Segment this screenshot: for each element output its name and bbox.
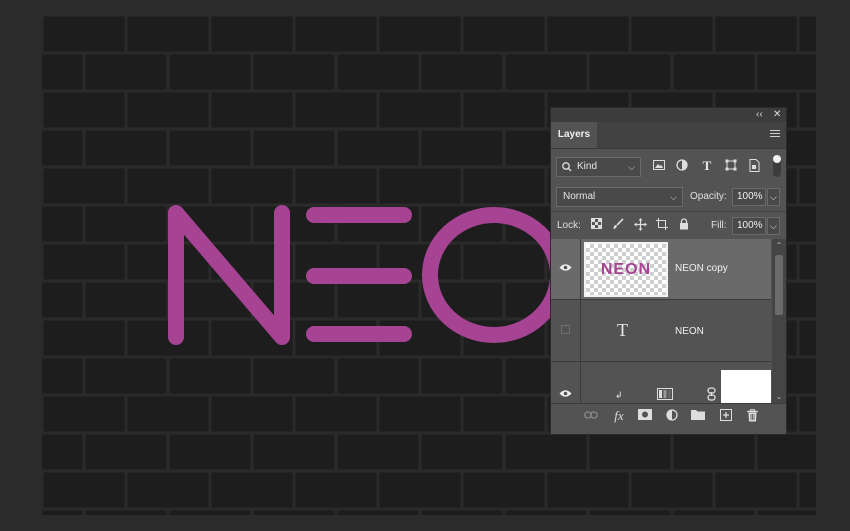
layers-panel: ‹‹ ✕ Layers Kind ⌵ T Normal ⌵ Opacity: 1…: [550, 107, 787, 435]
close-icon[interactable]: ✕: [773, 109, 781, 121]
layer-row-gradient-map[interactable]: ↲: [551, 362, 771, 403]
filter-toggle-switch[interactable]: [773, 155, 781, 177]
scroll-up-icon[interactable]: ⌃: [772, 241, 786, 250]
layers-bottom-toolbar: fx: [551, 403, 786, 429]
layer-name: NEON copy: [675, 263, 728, 274]
lock-label: Lock:: [557, 220, 581, 231]
image-filter-icon[interactable]: [652, 160, 666, 174]
layer-row-neon[interactable]: T NEON: [551, 300, 771, 362]
shape-filter-icon[interactable]: [724, 159, 738, 173]
blend-mode-select[interactable]: Normal ⌵: [556, 187, 683, 207]
layer-mask-thumbnail: [721, 370, 771, 403]
opacity-label: Opacity:: [690, 191, 727, 202]
opacity-dropdown-chevron-icon[interactable]: ⌵: [767, 188, 780, 206]
mask-icon[interactable]: [637, 409, 653, 423]
filter-kind-select[interactable]: Kind ⌵: [556, 157, 641, 177]
layer-row-neon-copy[interactable]: NEON NEON copy: [551, 239, 771, 300]
group-folder-icon[interactable]: [690, 409, 706, 423]
filter-kind-value: Kind: [577, 161, 598, 172]
visibility-off-box: [561, 325, 570, 334]
search-icon: [561, 158, 572, 183]
visibility-toggle[interactable]: [551, 362, 581, 403]
lock-row: Lock: Fill: 100% ⌵: [551, 211, 786, 239]
mask-link-icon: [707, 387, 716, 403]
tab-layers[interactable]: Layers: [551, 122, 597, 148]
adjustment-icon[interactable]: [664, 409, 680, 423]
panel-titlebar: ‹‹ ✕: [551, 108, 786, 122]
lock-position-move-icon[interactable]: [633, 218, 647, 232]
text-layer-type-icon: T: [617, 320, 628, 340]
new-layer-icon[interactable]: [718, 409, 734, 423]
trash-icon[interactable]: [744, 409, 760, 423]
eye-icon: [559, 263, 572, 275]
fx-icon[interactable]: fx: [611, 409, 627, 423]
fill-label: Fill:: [711, 220, 727, 231]
scrollbar-thumb[interactable]: [775, 255, 783, 315]
scroll-down-icon[interactable]: ⌄: [772, 392, 786, 401]
chevron-down-icon: ⌵: [670, 192, 677, 202]
type-filter-icon[interactable]: T: [700, 159, 714, 173]
blend-mode-value: Normal: [563, 191, 596, 202]
opacity-input[interactable]: 100%: [732, 188, 766, 206]
link-layers-icon[interactable]: [583, 409, 599, 423]
gradient-map-icon: [657, 388, 673, 403]
chevron-down-icon: ⌵: [628, 162, 635, 172]
layer-thumbnail: NEON: [584, 242, 668, 297]
lock-image-pixels-brush-icon[interactable]: [611, 218, 625, 232]
panel-menu-icon[interactable]: [770, 130, 780, 139]
panel-tab-row: Layers: [551, 122, 786, 149]
fill-dropdown-chevron-icon[interactable]: ⌵: [767, 217, 780, 235]
visibility-toggle[interactable]: [551, 239, 581, 299]
fill-input[interactable]: 100%: [732, 217, 766, 235]
letter-o: [422, 207, 566, 343]
smart-object-filter-icon[interactable]: [747, 159, 761, 173]
adjustment-filter-icon[interactable]: [675, 159, 689, 173]
layers-list: NEON NEON copy T NEON ↲: [551, 239, 771, 403]
lock-transparent-pixels-icon[interactable]: [589, 218, 603, 232]
blend-row: Normal ⌵ Opacity: 100% ⌵: [551, 185, 786, 210]
clipping-arrow-icon: ↲: [615, 390, 623, 400]
lock-all-icon[interactable]: [677, 218, 691, 232]
visibility-toggle[interactable]: [551, 300, 581, 361]
letter-n: [168, 205, 290, 345]
thumbnail-text: NEON: [600, 261, 652, 278]
eye-icon: [559, 389, 572, 401]
layers-scrollbar[interactable]: ⌃ ⌄: [772, 239, 786, 403]
double-chevron-left-icon[interactable]: ‹‹: [756, 109, 763, 121]
letter-e: [306, 207, 412, 342]
lock-artboard-icon[interactable]: [655, 218, 669, 232]
layer-name: NEON: [675, 326, 704, 337]
filter-row: Kind ⌵ T: [551, 149, 786, 185]
